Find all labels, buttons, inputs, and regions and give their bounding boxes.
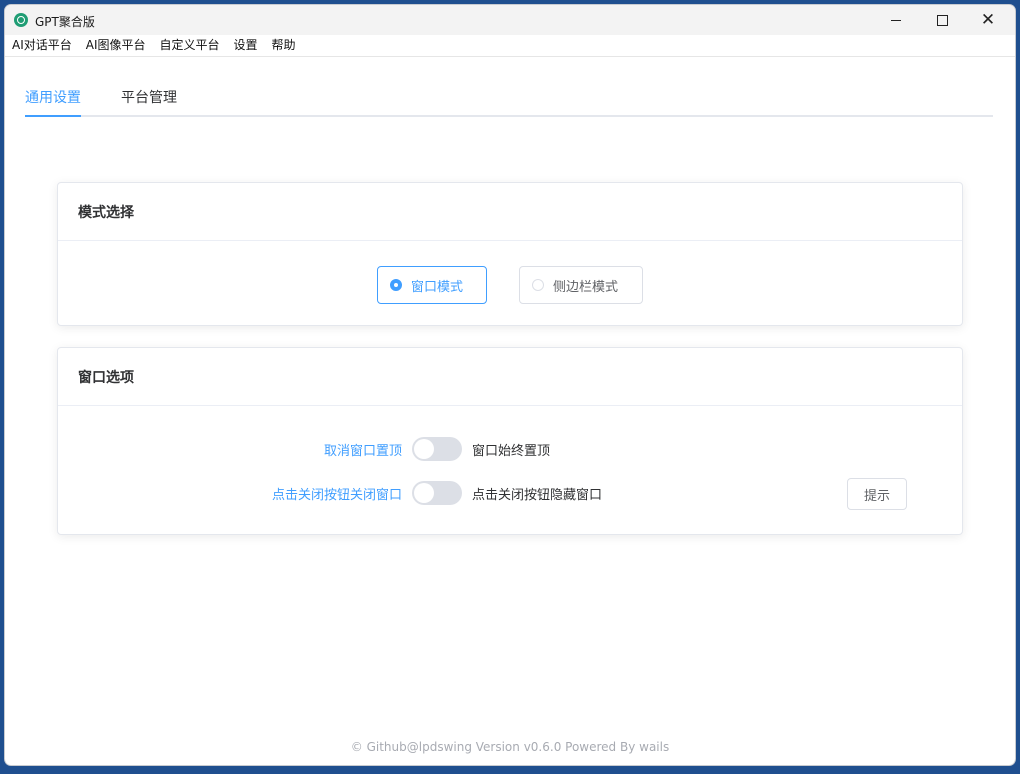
switch-inactive-label: 点击关闭按钮关闭窗口 [271, 488, 402, 503]
switch-inactive-label: 取消窗口置顶 [323, 444, 402, 459]
settings-tabs: 通用设置 平台管理 [25, 83, 993, 117]
close-behavior-switch[interactable] [412, 481, 462, 505]
footer-credits: © Github@lpdswing Version v0.6.0 Powered… [350, 740, 670, 754]
radio-label: 窗口模式 [411, 279, 464, 295]
radio-label: 侧边栏模式 [553, 279, 619, 295]
menu-settings[interactable]: 设置 [227, 35, 265, 56]
always-on-top-switch[interactable] [412, 437, 462, 461]
window-card-title: 窗口选项 [58, 348, 962, 406]
switch-knob [414, 439, 434, 459]
tip-button[interactable]: 提示 [847, 478, 907, 510]
radio-sidebar-mode[interactable]: 侧边栏模式 [519, 266, 643, 304]
always-on-top-row: 取消窗口置顶 窗口始终置顶 [58, 436, 962, 462]
close-icon: ✕ [980, 9, 996, 30]
menu-bar: AI对话平台 AI图像平台 自定义平台 设置 帮助 [5, 35, 1015, 57]
close-behavior-row: 点击关闭按钮关闭窗口 点击关闭按钮隐藏窗口 [58, 480, 962, 506]
maximize-button[interactable] [919, 5, 965, 35]
switch-knob [414, 483, 434, 503]
menu-custom-platform[interactable]: 自定义平台 [153, 35, 227, 56]
active-tab-indicator [25, 115, 81, 117]
tab-platform-management[interactable]: 平台管理 [121, 87, 177, 115]
title-bar[interactable]: GPT聚合版 ✕ [5, 5, 1015, 35]
app-logo-icon [14, 13, 28, 27]
window-options-card: 窗口选项 取消窗口置顶 窗口始终置顶 点击关闭按钮关闭窗口 点击关闭按钮隐藏窗口… [57, 347, 963, 535]
tab-general-settings[interactable]: 通用设置 [25, 87, 81, 115]
radio-window-mode[interactable]: 窗口模式 [377, 266, 487, 304]
maximize-icon [936, 14, 948, 26]
menu-ai-image[interactable]: AI图像平台 [79, 35, 153, 56]
app-window: GPT聚合版 ✕ AI对话平台 AI图像平台 自定义平台 设置 帮助 通用设置 … [5, 5, 1015, 765]
radio-checked-icon [390, 279, 402, 291]
switch-active-label: 点击关闭按钮隐藏窗口 [472, 488, 603, 503]
radio-unchecked-icon [532, 279, 544, 291]
mode-card-title: 模式选择 [58, 183, 962, 241]
menu-help[interactable]: 帮助 [265, 35, 303, 56]
window-title: GPT聚合版 [35, 15, 95, 29]
minimize-button[interactable] [873, 5, 919, 35]
close-button[interactable]: ✕ [965, 5, 1011, 35]
minimize-icon [891, 19, 901, 21]
mode-select-card: 模式选择 窗口模式 侧边栏模式 [57, 182, 963, 326]
menu-ai-chat[interactable]: AI对话平台 [5, 35, 79, 56]
switch-active-label: 窗口始终置顶 [472, 444, 551, 459]
